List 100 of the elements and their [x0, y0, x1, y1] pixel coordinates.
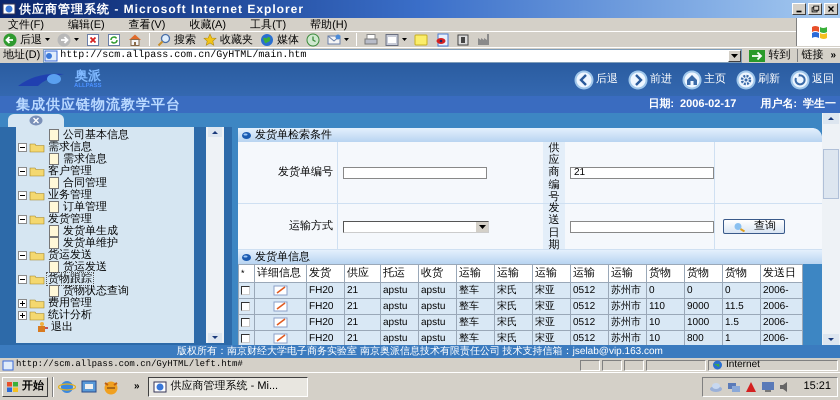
column-header[interactable]: 货物	[722, 264, 760, 282]
toolbar-button[interactable]: 搜索	[157, 32, 196, 46]
table-cell: 21	[344, 298, 380, 314]
scrollbar[interactable]	[206, 127, 224, 343]
toolbar-button[interactable]: 媒体	[260, 32, 299, 46]
monitor-icon[interactable]	[761, 380, 776, 392]
edit-icon[interactable]	[272, 284, 288, 296]
tree-folder[interactable]: 统计分析	[47, 309, 93, 321]
collapse-icon[interactable]	[18, 166, 27, 176]
taskbar-button[interactable]: 供应商管理系统 - Mi...	[148, 376, 308, 396]
column-header[interactable]: 收货	[418, 264, 456, 282]
tree-folder[interactable]: 需求信息	[47, 141, 93, 153]
expand-icon[interactable]	[18, 298, 27, 308]
start-button[interactable]: 开始	[2, 376, 48, 396]
collapse-icon[interactable]	[18, 274, 27, 284]
sidebar-tab[interactable]	[8, 114, 64, 127]
cat-icon[interactable]	[102, 378, 120, 394]
forward-button[interactable]	[57, 32, 79, 46]
toolbar-button[interactable]	[327, 32, 349, 46]
collapse-icon[interactable]	[18, 190, 27, 200]
nav-button[interactable]: 前进	[628, 70, 672, 90]
scroll-down-icon[interactable]	[208, 333, 222, 343]
column-header[interactable]: 运输	[494, 264, 532, 282]
tree-item[interactable]: 货运发送	[63, 261, 107, 273]
checkbox[interactable]	[241, 318, 250, 326]
nav-button[interactable]: 刷新	[736, 70, 780, 90]
checkbox[interactable]	[241, 302, 250, 310]
menu-item[interactable]: 帮助(H)	[310, 18, 348, 30]
collapse-icon[interactable]	[18, 214, 27, 224]
close-button[interactable]	[824, 3, 838, 15]
input-field[interactable]: 21	[570, 166, 714, 178]
tree-item[interactable]: 发货单生成	[63, 225, 118, 237]
tree-item[interactable]: 订单管理	[63, 201, 107, 213]
menu-item[interactable]: 文件(F)	[8, 18, 44, 30]
tree-item[interactable]: 发货单维护	[63, 237, 118, 249]
edit-icon[interactable]	[272, 332, 288, 344]
tree-folder[interactable]: 货物跟踪	[47, 273, 93, 285]
scroll-down-icon[interactable]	[823, 334, 839, 345]
column-header[interactable]: 供应	[344, 264, 380, 282]
edit-icon[interactable]	[272, 316, 288, 328]
tree-item[interactable]: 公司基本信息	[63, 129, 129, 141]
menu-item[interactable]: 收藏(A)	[189, 18, 226, 30]
more-button[interactable]: »	[130, 379, 144, 394]
column-header[interactable]: 货物	[684, 264, 722, 282]
query-button[interactable]: 查询	[723, 219, 785, 234]
input-field[interactable]	[343, 166, 487, 178]
column-header[interactable]: 货物	[646, 264, 684, 282]
address-field[interactable]: http://scm.allpass.com.cn/GyHTML/main.htm	[43, 48, 742, 62]
toolbar-button[interactable]	[385, 32, 407, 46]
menu-item[interactable]: 查看(V)	[128, 18, 166, 30]
desktop-icon[interactable]	[80, 378, 98, 394]
menu-item[interactable]: 编辑(E)	[68, 18, 105, 30]
toolbar-button[interactable]: 收藏夹	[203, 32, 253, 46]
close-icon[interactable]	[29, 115, 43, 126]
column-header[interactable]: *	[238, 264, 254, 282]
nav-button[interactable]: 主页	[682, 70, 726, 90]
restore-button[interactable]	[808, 3, 822, 15]
input-field[interactable]	[570, 220, 714, 232]
minimize-button[interactable]	[792, 3, 806, 15]
more-button[interactable]: »	[826, 48, 840, 63]
section-title: 发货单信息	[255, 251, 310, 263]
scroll-up-icon[interactable]	[823, 113, 839, 124]
tree-folder[interactable]: 业务管理	[47, 189, 93, 201]
tree-folder[interactable]: 费用管理	[47, 297, 93, 309]
back-button[interactable]: 后退	[3, 32, 50, 46]
exit-link[interactable]: 退出	[51, 321, 73, 333]
column-header[interactable]: 发货	[306, 264, 344, 282]
tree-item[interactable]: 需求信息	[63, 153, 107, 165]
warning-icon[interactable]	[745, 380, 758, 392]
column-header[interactable]: 发送日	[760, 264, 802, 282]
scrollbar[interactable]	[822, 113, 840, 345]
nav-button[interactable]: 返回	[790, 70, 834, 90]
checkbox[interactable]	[241, 286, 250, 294]
exit-icon	[36, 321, 49, 333]
column-header[interactable]: 托运	[380, 264, 418, 282]
tree-folder[interactable]: 货运发送	[47, 249, 93, 261]
checkbox[interactable]	[241, 334, 250, 342]
column-header[interactable]: 运输	[532, 264, 570, 282]
toolbar-button[interactable]	[435, 32, 449, 46]
column-header[interactable]: 运输	[608, 264, 646, 282]
tree-folder[interactable]: 发货管理	[47, 213, 93, 225]
collapse-icon[interactable]	[18, 250, 27, 260]
network-icon[interactable]	[727, 380, 742, 392]
select-field[interactable]	[343, 220, 489, 232]
dropdown-button[interactable]	[728, 50, 742, 62]
tree-folder[interactable]: 客户管理	[47, 165, 93, 177]
column-header[interactable]: 详细信息	[254, 264, 306, 282]
nav-button[interactable]: 后退	[574, 70, 618, 90]
scroll-up-icon[interactable]	[208, 127, 222, 137]
menu-item[interactable]: 工具(T)	[250, 18, 286, 30]
scroll-thumb[interactable]	[823, 149, 839, 199]
column-header[interactable]: 运输	[570, 264, 608, 282]
note-icon	[414, 32, 428, 46]
tree-item[interactable]: 货物状态查询	[63, 285, 129, 297]
collapse-icon[interactable]	[18, 142, 27, 152]
column-header[interactable]: 运输	[456, 264, 494, 282]
folder-icon	[29, 142, 45, 152]
edit-icon[interactable]	[272, 300, 288, 312]
tree-item[interactable]: 合同管理	[63, 177, 107, 189]
expand-icon[interactable]	[18, 310, 27, 320]
